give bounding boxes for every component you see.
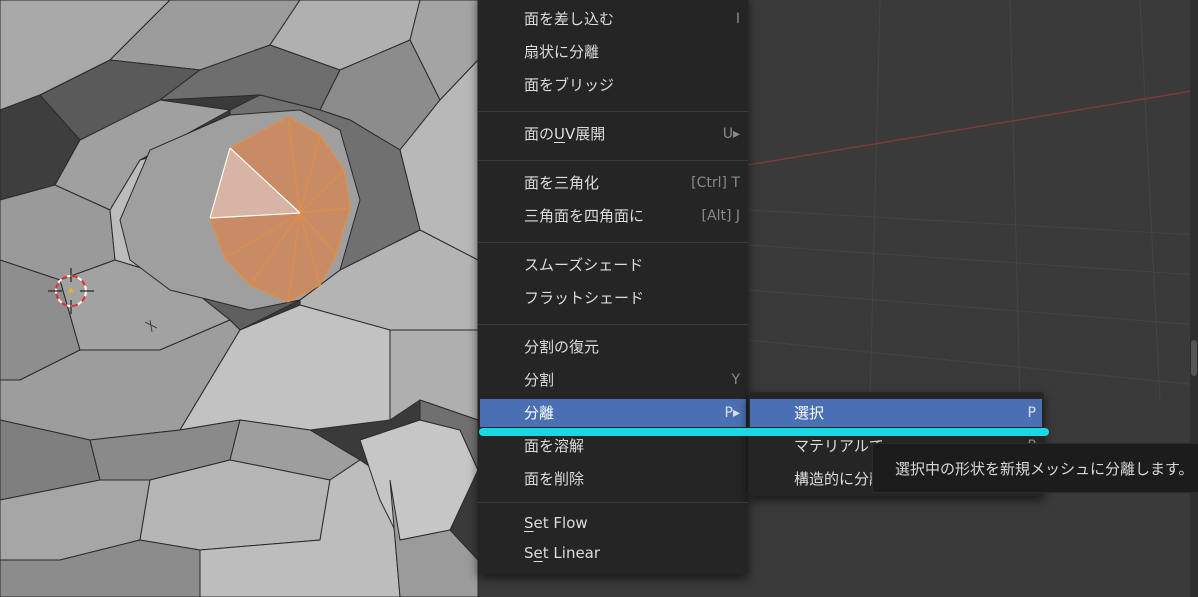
menu-item-label: 分割の復元 — [524, 338, 600, 356]
menu-item-mark-seam-restore[interactable]: 分割の復元 — [480, 333, 746, 361]
tooltip-text: 選択中の形状を新規メッシュに分離します。 — [895, 460, 1194, 478]
menu-item-label: 分割 — [524, 371, 555, 389]
menu-item-shortcut: P▸ — [724, 405, 740, 421]
menu-item-shortcut: I — [735, 11, 740, 27]
menu-item-label: 面をブリッジ — [524, 76, 615, 94]
submenu-item-selection[interactable]: 選択 P — [750, 399, 1042, 427]
menu-item-label: 面を削除 — [524, 470, 585, 488]
menu-item-set-linear[interactable]: Set Linear — [480, 539, 746, 567]
menu-separator — [478, 502, 748, 503]
menu-item-split[interactable]: 分割 Y — [480, 366, 746, 394]
menu-item-label: 面を差し込む — [524, 10, 615, 28]
menu-item-label: 分離 — [524, 404, 555, 422]
menu-item-label: 面を三角化 — [524, 174, 600, 192]
menu-item-delete-faces[interactable]: 面を削除 — [480, 465, 746, 493]
cyan-highlight-underline — [479, 428, 1049, 436]
tooltip: 選択中の形状を新規メッシュに分離します。 — [872, 443, 1198, 493]
menu-separator — [478, 242, 748, 243]
menu-item-shortcut: [Ctrl] T — [691, 175, 740, 191]
menu-item-dissolve-faces[interactable]: 面を溶解 — [480, 432, 746, 460]
menu-item-label: 扇状に分離 — [524, 43, 600, 61]
menu-item-shortcut: P — [1027, 405, 1036, 421]
menu-separator — [478, 324, 748, 325]
menu-item-label: スムーズシェード — [524, 256, 644, 274]
menu-item-label: 面のUV展開 — [524, 125, 606, 143]
menu-item-shade-flat[interactable]: フラットシェード — [480, 284, 746, 312]
menu-item-uv-unwrap[interactable]: 面のUV展開 U▸ — [480, 120, 746, 148]
menu-item-label: Set Linear — [524, 544, 601, 562]
menu-item-poke-faces[interactable]: 扇状に分離 — [480, 38, 746, 66]
menu-item-separate[interactable]: 分離 P▸ — [480, 399, 746, 427]
viewport-scrollbar[interactable] — [1190, 0, 1198, 597]
menu-item-shade-smooth[interactable]: スムーズシェード — [480, 251, 746, 279]
menu-separator — [478, 160, 748, 161]
face-context-menu: 面を差し込む I 扇状に分離 面をブリッジ 面のUV展開 U▸ 面を三角化 [C… — [478, 0, 748, 574]
menu-separator — [478, 111, 748, 112]
mesh-faces — [0, 0, 479, 597]
menu-item-inset-faces[interactable]: 面を差し込む I — [480, 5, 746, 33]
menu-item-triangulate[interactable]: 面を三角化 [Ctrl] T — [480, 169, 746, 197]
menu-item-tris-to-quads[interactable]: 三角面を四角面に [Alt] J — [480, 202, 746, 230]
menu-item-label: 三角面を四角面に — [524, 207, 645, 225]
menu-item-bridge-faces[interactable]: 面をブリッジ — [480, 71, 746, 99]
menu-item-shortcut: U▸ — [722, 126, 740, 142]
scrollbar-thumb[interactable] — [1191, 340, 1197, 376]
menu-item-label: 面を溶解 — [524, 437, 585, 455]
menu-item-label: Set Flow — [524, 514, 588, 532]
menu-item-label: フラットシェード — [524, 289, 645, 307]
menu-item-shortcut: Y — [731, 372, 740, 388]
menu-item-label: 選択 — [794, 404, 825, 422]
menu-item-label: マテリアルで — [794, 437, 884, 455]
menu-item-set-flow[interactable]: Set Flow — [480, 509, 746, 537]
menu-item-shortcut: [Alt] J — [701, 208, 740, 224]
